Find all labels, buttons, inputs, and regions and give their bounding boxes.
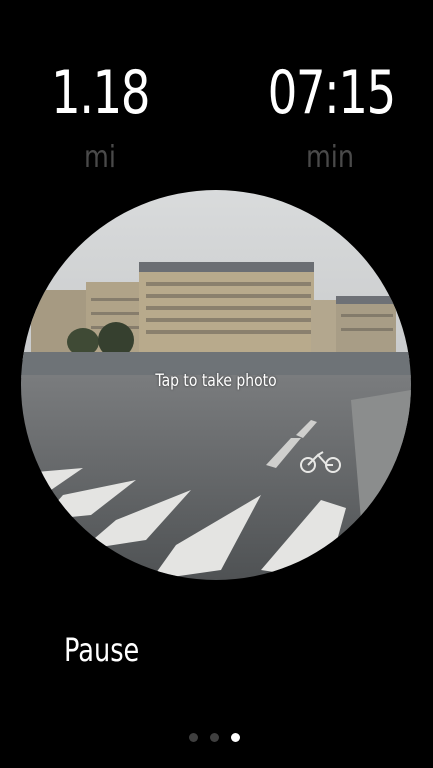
time-stat: 07:15 min: [250, 58, 410, 176]
distance-unit: mi: [84, 140, 116, 175]
camera-hint-label: Tap to take photo: [155, 371, 277, 391]
page-dot-2[interactable]: [210, 733, 219, 742]
camera-viewfinder[interactable]: Tap to take photo: [21, 190, 411, 580]
page-dot-1[interactable]: [189, 733, 198, 742]
distance-stat: 1.18 mi: [20, 58, 180, 176]
distance-value: 1.18: [51, 58, 151, 128]
pause-button[interactable]: Pause: [64, 630, 139, 670]
page-dot-3-active[interactable]: [231, 733, 240, 742]
time-unit: min: [305, 140, 355, 175]
page-indicator: [189, 733, 240, 742]
time-value: 07:15: [267, 58, 397, 128]
